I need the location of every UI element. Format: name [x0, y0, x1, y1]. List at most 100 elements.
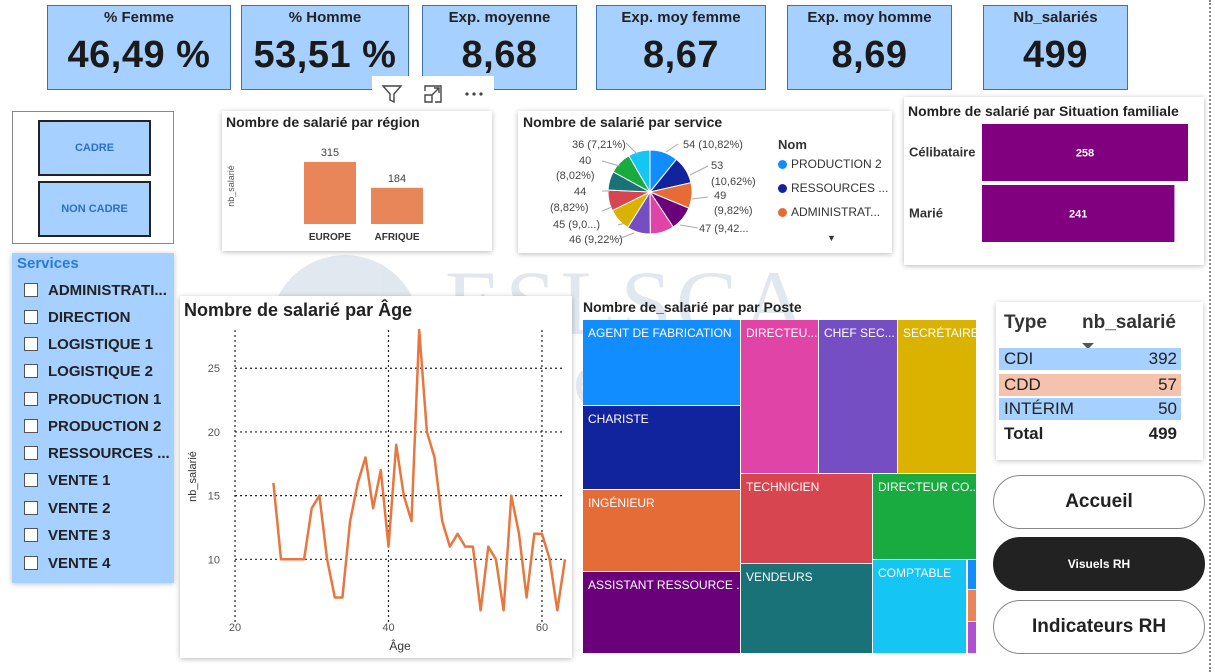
checkbox[interactable] — [24, 501, 38, 515]
table-header-nb-salarie[interactable]: nb_salarié — [1082, 312, 1176, 334]
focus-mode-icon[interactable] — [419, 81, 447, 107]
service-option[interactable]: DIRECTION — [24, 306, 131, 328]
indicateurs-rh-button[interactable]: Indicateurs RH — [993, 600, 1205, 654]
service-option[interactable]: LOGISTIQUE 2 — [24, 360, 153, 382]
pie-legend-item[interactable]: ADMINISTRAT... — [778, 205, 880, 219]
treemap-cell-small[interactable] — [968, 622, 976, 653]
kpi-value: 499 — [1023, 34, 1088, 76]
treemap-cell[interactable]: TECHNICIEN — [741, 474, 872, 563]
service-option[interactable]: VENTE 1 — [24, 469, 111, 491]
checkbox[interactable] — [24, 419, 38, 433]
checkbox[interactable] — [24, 337, 38, 351]
legend-dot-icon — [778, 183, 787, 193]
region-bar-data-label: 315 — [321, 147, 339, 159]
kpi-title: Exp. moyenne — [448, 9, 551, 26]
region-chart-panel[interactable]: Nombre de salarié par région nb_salarié … — [222, 111, 492, 251]
checkbox[interactable] — [24, 446, 38, 460]
treemap-cell-label: DIRECTEUR CO... — [878, 480, 976, 494]
treemap-cell[interactable]: DIRECTEU... — [741, 320, 818, 473]
family-bar-data-label: 258 — [1076, 148, 1094, 160]
pie-leader-line — [689, 165, 709, 176]
treemap-cell-label: COMPTABLE — [878, 566, 952, 580]
treemap-cell[interactable]: CHEF SEC... — [819, 320, 897, 473]
checkbox[interactable] — [24, 283, 38, 297]
service-option[interactable]: PRODUCTION 1 — [24, 388, 161, 410]
treemap-cell[interactable]: AGENT DE FABRICATION — [583, 320, 740, 405]
cadre-slicer: CADRE NON CADRE — [12, 111, 174, 244]
treemap-cell[interactable]: DIRECTEUR CO... — [873, 474, 976, 559]
kpi-value: 8,69 — [831, 34, 908, 76]
table-row[interactable]: CDI 392 — [999, 348, 1181, 370]
kpi-title: Nb_salariés — [1013, 9, 1098, 26]
treemap-cell[interactable]: INGÉNIEUR — [583, 490, 740, 571]
region-bar[interactable] — [304, 162, 356, 224]
service-option[interactable]: LOGISTIQUE 1 — [24, 333, 153, 355]
treemap-cell[interactable]: COMPTABLE — [873, 560, 966, 653]
treemap-cell[interactable]: ASSISTANT RESSOURCE ... — [583, 572, 740, 653]
pie-leader-line — [691, 196, 709, 200]
services-slicer-title: Services — [17, 255, 79, 272]
service-option-label: VENTE 1 — [48, 471, 111, 489]
table-row[interactable]: CDD 57 — [999, 374, 1181, 396]
pie-label: 44 — [574, 186, 586, 198]
pie-legend-title: Nom — [778, 137, 807, 152]
checkbox[interactable] — [24, 310, 38, 324]
treemap-cell[interactable]: CHARISTE — [583, 406, 740, 489]
age-y-tick-label: 10 — [208, 554, 220, 566]
treemap-cell[interactable]: VENDEURS — [741, 564, 872, 653]
service-option[interactable]: VENTE 3 — [24, 524, 111, 546]
more-options-icon[interactable] — [460, 81, 488, 107]
table-header-type[interactable]: Type — [1004, 312, 1047, 334]
region-y-axis-label: nb_salarié — [226, 165, 236, 207]
pie-leader-line — [601, 206, 613, 212]
service-option-label: VENTE 2 — [48, 499, 111, 517]
pie-label: 40 — [579, 155, 591, 167]
kpi-card-exp-moy-homme[interactable]: Exp. moy homme 8,69 — [787, 5, 952, 90]
visual-header-toolbar — [372, 76, 494, 112]
poste-treemap-panel[interactable]: Nombre de_salarié par par Poste AGENT DE… — [580, 296, 980, 658]
filter-icon[interactable] — [378, 81, 406, 107]
region-chart-svg: nb_salarié 315 EUROPE 184 AFRIQUE — [226, 147, 423, 243]
table-row[interactable]: INTÉRIM 50 — [999, 398, 1181, 420]
service-option[interactable]: RESSOURCES ... — [24, 442, 170, 464]
age-chart-panel[interactable]: Nombre de salarié par Âge 10 15 20 25 20 40 60… — [180, 296, 572, 658]
service-option[interactable]: VENTE 2 — [24, 497, 111, 519]
service-option[interactable]: PRODUCTION 2 — [24, 415, 161, 437]
treemap-cell-label: TECHNICIEN — [746, 480, 820, 494]
age-y-tick-label: 20 — [208, 427, 220, 439]
table-cell-type: CDI — [1004, 349, 1034, 368]
checkbox[interactable] — [24, 556, 38, 570]
visuels-rh-button[interactable]: Visuels RH — [993, 537, 1205, 591]
legend-label: ADMINISTRAT... — [791, 205, 881, 219]
treemap-cell-small[interactable] — [968, 560, 976, 589]
pie-leader-line — [625, 142, 639, 156]
kpi-card-nb-salaries[interactable]: Nb_salariés 499 — [983, 5, 1128, 90]
region-bar[interactable] — [371, 187, 423, 224]
service-option[interactable]: VENTE 4 — [24, 552, 111, 574]
pie-label: 36 (7,21%) — [572, 139, 626, 151]
family-chart-panel[interactable]: Nombre de salarié par Situation familial… — [904, 97, 1204, 265]
region-bar-data-label: 184 — [388, 173, 406, 185]
service-option[interactable]: ADMINISTRATI... — [24, 279, 167, 301]
treemap-cell-label: AGENT DE FABRICATION — [588, 326, 732, 340]
accueil-button[interactable]: Accueil — [993, 475, 1205, 529]
kpi-card-exp-moy-femme[interactable]: Exp. moy femme 8,67 — [596, 5, 766, 90]
checkbox[interactable] — [24, 473, 38, 487]
service-option-label: VENTE 4 — [48, 554, 111, 572]
treemap-cell-small[interactable] — [968, 590, 976, 621]
age-y-tick-label: 15 — [208, 491, 220, 503]
legend-label: PRODUCTION 2 — [791, 157, 882, 171]
treemap-cell[interactable]: SECRÉTAIRE — [898, 320, 976, 473]
pie-legend-item[interactable]: PRODUCTION 2 — [778, 157, 882, 171]
checkbox[interactable] — [24, 528, 38, 542]
cadre-button[interactable]: CADRE — [38, 120, 151, 176]
pie-label: (10,62%) — [711, 176, 756, 188]
non-cadre-button[interactable]: NON CADRE — [38, 181, 151, 237]
checkbox[interactable] — [24, 392, 38, 406]
checkbox[interactable] — [24, 364, 38, 378]
kpi-card-femme[interactable]: % Femme 46,49 % — [47, 5, 231, 90]
age-line-series — [272, 328, 567, 612]
legend-scroll-down-icon[interactable]: ▼ — [827, 233, 836, 243]
pie-legend-item[interactable]: RESSOURCES ... — [778, 181, 888, 195]
page-edge-divider — [1209, 0, 1211, 672]
